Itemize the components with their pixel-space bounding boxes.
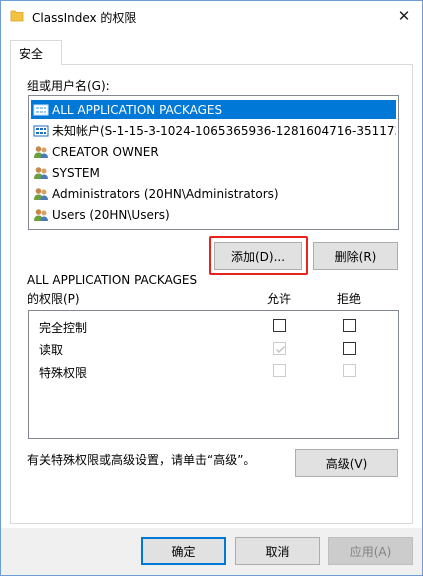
list-item-label: CREATOR OWNER (52, 144, 159, 159)
users-icon (34, 187, 48, 200)
close-icon: ✕ (397, 7, 411, 25)
users-icon (34, 166, 48, 179)
remove-button[interactable]: 删除(R) (313, 242, 398, 270)
permission-name: 读取 (39, 343, 64, 357)
permissions-dialog: ClassIndex 的权限 ✕ 安全 组或用户名(G): ALL APPLIC… (0, 0, 423, 576)
app-package-icon (33, 125, 49, 136)
list-item[interactable]: Users (20HN\Users) (31, 205, 396, 224)
permissions-for-name: ALL APPLICATION PACKAGES (27, 273, 198, 287)
app-package-icon (33, 104, 49, 115)
full-control-allow-checkbox[interactable] (273, 319, 286, 332)
list-item[interactable]: Administrators (20HN\Administrators) (31, 184, 396, 203)
folder-icon (10, 10, 24, 22)
tab-security[interactable]: 安全 (10, 40, 62, 65)
permission-name: 特殊权限 (39, 366, 88, 380)
close-button[interactable]: ✕ (386, 1, 422, 31)
window-title: ClassIndex 的权限 (32, 11, 137, 25)
list-item[interactable]: ALL APPLICATION PACKAGES (31, 100, 396, 119)
list-item-label: Users (20HN\Users) (52, 207, 170, 222)
checkmark-icon (276, 346, 285, 353)
deny-column-header: 拒绝 (337, 292, 362, 306)
advanced-hint: 有关特殊权限或高级设置，请单击“高级”。 (27, 453, 256, 467)
list-item-label: 未知帐户(S-1-15-3-1024-1065365936-1281604716… (52, 124, 396, 138)
list-item[interactable]: 未知帐户(S-1-15-3-1024-1065365936-1281604716… (31, 121, 396, 140)
permission-name: 完全控制 (39, 321, 88, 335)
permissions-list: 完全控制 读取 特殊权限 (28, 310, 399, 439)
title-bar: ClassIndex 的权限 ✕ (1, 1, 422, 31)
read-deny-checkbox[interactable] (343, 342, 356, 355)
group-user-listbox[interactable]: ALL APPLICATION PACKAGES 未知帐户(S-1-15-3-1… (28, 95, 399, 230)
add-button[interactable]: 添加(D)... (214, 242, 302, 270)
list-item[interactable]: SYSTEM (31, 163, 396, 182)
permissions-for-label: 的权限(P) (27, 292, 80, 306)
ok-button[interactable]: 确定 (141, 537, 226, 565)
cancel-button[interactable]: 取消 (235, 537, 320, 565)
list-item-label: ALL APPLICATION PACKAGES (52, 102, 223, 117)
special-allow-checkbox[interactable] (273, 364, 286, 377)
allow-column-header: 允许 (267, 292, 292, 306)
full-control-deny-checkbox[interactable] (343, 319, 356, 332)
groups-label: 组或用户名(G): (27, 79, 110, 93)
advanced-button[interactable]: 高级(V) (295, 449, 398, 477)
apply-button[interactable]: 应用(A) (328, 537, 413, 565)
users-icon (34, 145, 48, 158)
tab-security-label: 安全 (19, 47, 44, 61)
special-deny-checkbox[interactable] (343, 364, 356, 377)
list-item-label: Administrators (20HN\Administrators) (52, 186, 279, 201)
read-allow-checkbox[interactable] (273, 342, 286, 355)
users-icon (34, 208, 48, 221)
list-item[interactable]: CREATOR OWNER (31, 142, 396, 161)
list-item-label: SYSTEM (52, 165, 100, 180)
